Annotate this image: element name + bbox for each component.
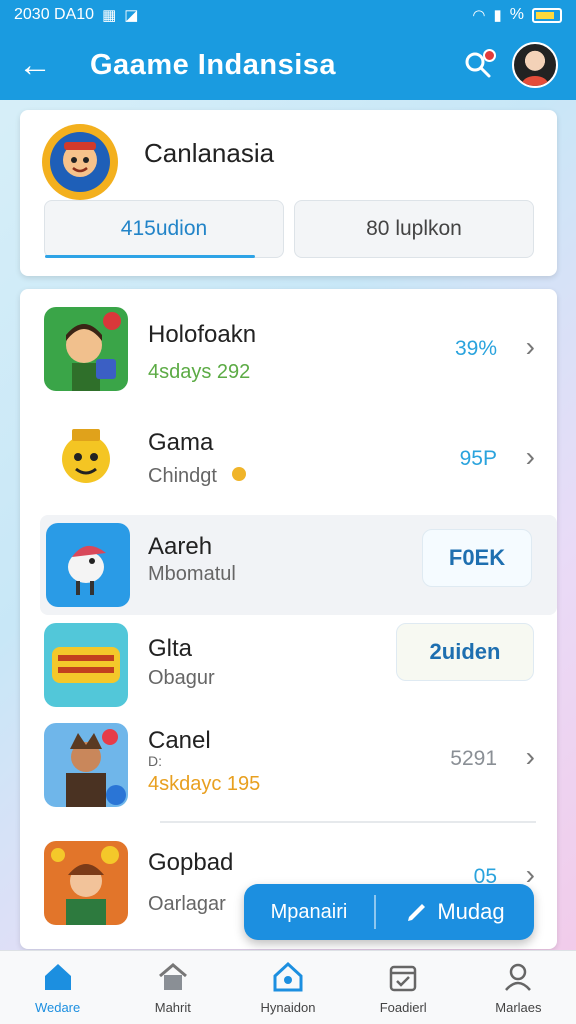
app-bar: ← Gaame Indansisa [0, 30, 576, 100]
nav-label: Mahrit [154, 1000, 191, 1015]
nav-item-hub[interactable]: Hynaidon [230, 951, 345, 1024]
game-subtitle: Oarlagar [148, 893, 226, 915]
game-list: Holofoakn 4sdays 292 39% › Gama Chindgt … [20, 289, 557, 949]
page-title: Gaame Indansisa [90, 48, 337, 81]
floating-action-pill[interactable]: Mpanairi Mudag [244, 884, 534, 940]
chevron-right-icon: › [525, 741, 535, 772]
game-name: Aareh [148, 533, 213, 560]
chevron-right-icon: › [525, 331, 535, 362]
game-name: Canel [148, 727, 211, 754]
nav-item-calendar[interactable]: Foadierl [346, 951, 461, 1024]
game-subtitle-top: D: [148, 753, 162, 769]
list-item[interactable]: Holofoakn 4sdays 292 39% › [20, 299, 557, 399]
list-item[interactable]: Glta Obagur 2uiden [20, 617, 557, 717]
game-subtitle: Obagur [148, 667, 215, 689]
game-metric: 39% [454, 337, 497, 360]
status-bar: 2030 DA10 ▦ ◪ ◠ ▮ % [0, 0, 576, 30]
house-icon [158, 963, 187, 990]
list-item[interactable]: Canel D: 4skdayc 195 5291 › [20, 717, 557, 817]
divider [160, 821, 536, 823]
tab-first[interactable]: 415udion [44, 200, 284, 258]
nav-label: Wedare [34, 1000, 81, 1015]
wifi-icon: ◠ [472, 7, 486, 24]
nav-item-home[interactable]: Wedare [0, 951, 115, 1024]
game-subtitle: 4sdays 292 [148, 361, 251, 383]
status-time: 2030 DA10 [14, 6, 95, 23]
list-item[interactable]: Gama Chindgt 95P › [20, 407, 557, 507]
action-button[interactable]: 2uiden [396, 623, 534, 681]
nav-item-profile[interactable]: Marlaes [461, 951, 576, 1024]
game-icon-hero [44, 841, 128, 925]
float-left-label[interactable]: Mpanairi [244, 901, 374, 924]
status-left: 2030 DA10 ▦ ◪ [14, 6, 138, 24]
search-button[interactable] [458, 45, 498, 85]
game-name: Holofoakn [148, 321, 257, 348]
list-item-selected[interactable]: Aareh Mbomatul F0EK [40, 515, 557, 615]
back-arrow-icon[interactable]: ← [18, 46, 62, 85]
game-subtitle: Chindgt [148, 465, 217, 487]
battery-icon [532, 7, 562, 23]
home-outline-icon [273, 961, 303, 992]
status-right: ◠ ▮ % [472, 6, 562, 24]
nav-item-market[interactable]: Mahrit [115, 951, 230, 1024]
profile-name: Canlanasia [144, 138, 275, 168]
profile-card: Canlanasia 415udion 80 luplkon [20, 110, 557, 276]
float-right-label: Mudag [437, 899, 505, 924]
game-icon-boy [44, 307, 128, 391]
qr-icon: ▦ [102, 7, 117, 24]
avatar[interactable] [512, 42, 558, 88]
game-name: Glta [148, 635, 193, 662]
home-icon [44, 964, 71, 990]
game-icon-warrior [44, 723, 128, 807]
bottom-nav: Wedare Mahrit Hynaidon Foadierl Marlaes [0, 950, 576, 1024]
pen-icon [408, 904, 426, 921]
nav-label: Hynaidon [260, 1000, 316, 1015]
game-metric: 95P [459, 447, 497, 470]
game-metric: 5291 [450, 747, 497, 770]
game-icon-text-logo [44, 623, 128, 707]
game-subtitle: 4skdayc 195 [148, 773, 261, 795]
profile-icon [505, 963, 532, 991]
notification-dot [483, 49, 496, 62]
notification-icon: ◪ [124, 7, 139, 24]
game-icon-bird [46, 523, 130, 607]
nav-label: Marlaes [495, 1000, 542, 1015]
game-name: Gama [148, 429, 214, 456]
status-dot [232, 467, 246, 481]
float-right-button[interactable]: Mudag [376, 899, 534, 925]
nav-label: Foadierl [379, 1000, 427, 1015]
chevron-right-icon: › [525, 441, 535, 472]
game-name: Gopbad [148, 849, 234, 876]
signal-icon: ▮ [493, 7, 502, 24]
game-subtitle: Mbomatul [148, 563, 236, 585]
calendar-icon [389, 965, 417, 992]
action-button[interactable]: F0EK [422, 529, 532, 587]
battery-percent: % [509, 6, 524, 23]
mascot-logo-icon [42, 124, 118, 200]
tab-second[interactable]: 80 luplkon [294, 200, 534, 258]
game-icon-creature [44, 415, 128, 499]
